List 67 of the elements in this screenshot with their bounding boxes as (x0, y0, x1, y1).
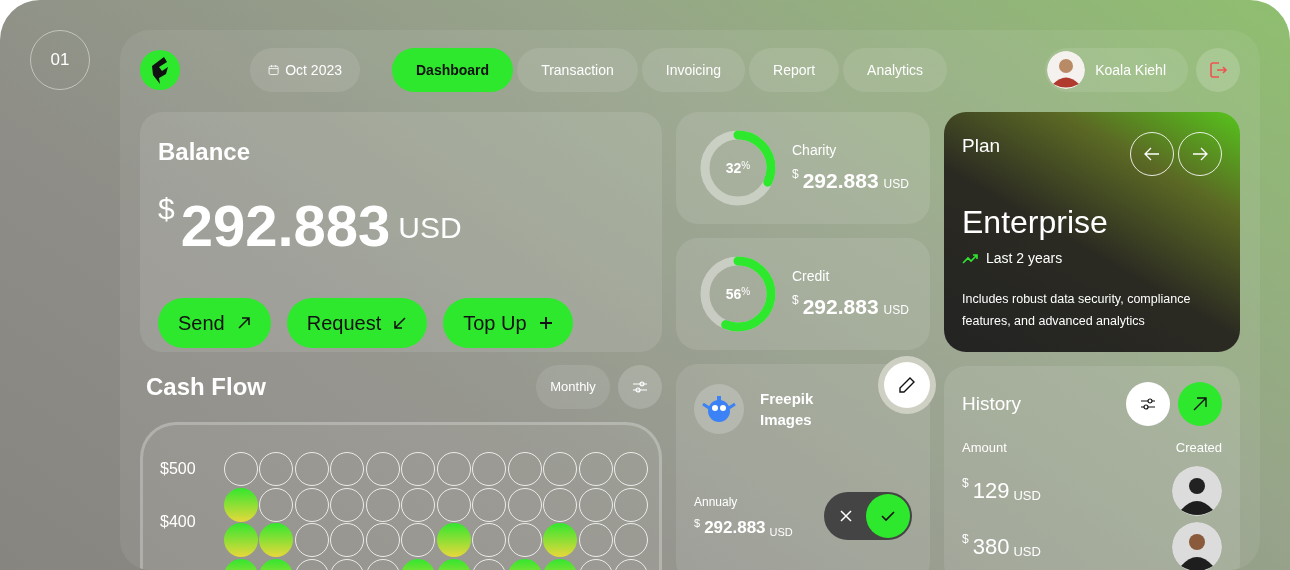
plan-name: Enterprise (962, 203, 1109, 242)
currency-symbol: $ (792, 291, 799, 309)
edit-icon (898, 376, 916, 394)
date-button[interactable]: Oct 2023 (250, 48, 360, 92)
plan-period: Last 2 years (986, 249, 1063, 268)
user-avatar (1047, 51, 1086, 89)
currency-code: USD (1013, 486, 1041, 505)
currency-symbol: $ (962, 475, 969, 492)
arrow-down-left-icon (393, 316, 408, 330)
stat-label: Charity (792, 140, 838, 160)
filter-icon (632, 380, 648, 394)
stat-amount: 292.883 (802, 293, 879, 320)
nav-tab[interactable]: Invoicing (641, 48, 745, 92)
action-button[interactable]: Request (286, 298, 428, 348)
section-title: Cash Flow (146, 372, 266, 402)
percent-label: 56% (725, 284, 751, 304)
plan-description: Includes robust data security, compliance features, and advanced analytics (962, 291, 1192, 330)
check-icon (866, 494, 910, 538)
currency-symbol: $ (158, 191, 175, 227)
column-header: Amount (962, 439, 1007, 457)
card-title: Plan (962, 134, 1001, 158)
nav-tab[interactable]: Analytics (843, 48, 948, 92)
balance-amount: 292.883 (180, 194, 391, 258)
axis-label: $500 (160, 459, 197, 479)
open-button[interactable] (1178, 382, 1222, 426)
currency-code: USD (883, 302, 909, 320)
nav-tab[interactable]: Dashboard (392, 48, 514, 92)
price-amount: 292.883 (704, 516, 766, 539)
trend-up-icon (962, 253, 978, 264)
axis-label: $400 (160, 512, 197, 533)
logo-icon (140, 50, 180, 90)
left-arrow-icon (1144, 147, 1160, 161)
user-avatar (1172, 521, 1222, 570)
history-amount: 380 (972, 533, 1010, 561)
card-title: Balance (158, 137, 252, 167)
currency-symbol: $ (962, 531, 969, 548)
user-profile[interactable]: Koala Kiehl (1045, 48, 1188, 92)
currency-code: USD (1013, 542, 1041, 561)
currency-symbol: $ (694, 515, 701, 531)
history-amount: 129 (972, 477, 1010, 505)
nav-tab[interactable]: Transaction (517, 48, 638, 92)
robot-icon (701, 394, 737, 424)
column-header: Created (1175, 439, 1222, 457)
action-button[interactable]: Top Up (443, 298, 573, 348)
filter-icon (1140, 397, 1156, 411)
arrow-up-right-icon (1193, 397, 1207, 411)
stat-amount: 292.883 (802, 167, 879, 194)
app-name: Freepik Images (760, 389, 815, 430)
right-arrow-icon (1192, 147, 1208, 161)
user-avatar (1172, 465, 1222, 516)
billing-label: Annualy (694, 493, 739, 511)
period-dropdown[interactable]: Monthly (536, 365, 610, 409)
currency-code: USD (398, 210, 462, 246)
calendar-icon (268, 62, 280, 78)
filter-button[interactable] (1126, 382, 1170, 426)
plus-icon (538, 316, 553, 330)
logout-icon (1208, 60, 1228, 80)
currency-code: USD (883, 176, 909, 194)
toggle-switch[interactable] (824, 492, 912, 540)
percent-label: 32% (725, 158, 751, 178)
arrow-up-right-icon (236, 316, 251, 330)
nav-tab[interactable]: Report (749, 48, 840, 92)
card-title: History (962, 391, 1022, 416)
currency-code: USD (769, 524, 793, 540)
currency-symbol: $ (792, 165, 799, 183)
stat-label: Credit (792, 266, 831, 286)
action-button[interactable]: Send (158, 298, 271, 348)
